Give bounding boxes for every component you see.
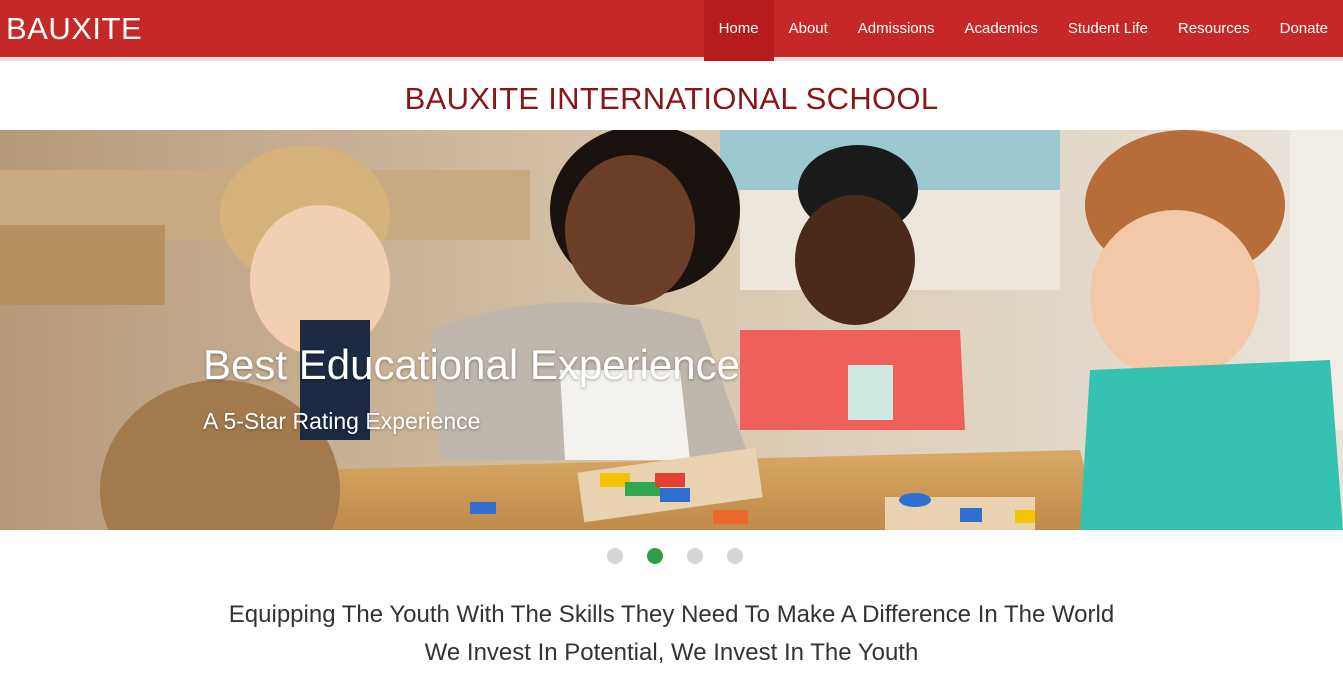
top-navbar: BAUXITE Home About Admissions Academics … [0, 0, 1343, 61]
carousel-dot-2[interactable] [647, 548, 663, 564]
page-title: BAUXITE INTERNATIONAL SCHOOL [404, 81, 939, 116]
carousel-dot-4[interactable] [727, 548, 743, 564]
nav-item-about[interactable]: About [774, 0, 843, 61]
hero-carousel[interactable]: Best Educational Experience A 5-Star Rat… [0, 130, 1343, 530]
carousel-indicators [607, 548, 743, 564]
main-nav: Home About Admissions Academics Student … [703, 0, 1343, 61]
nav-item-student-life[interactable]: Student Life [1053, 0, 1163, 61]
nav-item-donate[interactable]: Donate [1265, 0, 1343, 61]
nav-item-home[interactable]: Home [703, 0, 774, 61]
nav-item-admissions[interactable]: Admissions [843, 0, 950, 61]
brand-logo[interactable]: BAUXITE [6, 11, 142, 47]
hero-subheading: A 5-Star Rating Experience [203, 408, 481, 434]
tagline-line-1: Equipping The Youth With The Skills They… [228, 601, 1115, 628]
tagline-line-2: We Invest In Potential, We Invest In The… [424, 639, 919, 666]
nav-item-academics[interactable]: Academics [950, 0, 1053, 61]
hero-heading: Best Educational Experience [203, 341, 740, 388]
carousel-dot-1[interactable] [607, 548, 623, 564]
hero-image [0, 130, 1343, 530]
carousel-dot-3[interactable] [687, 548, 703, 564]
nav-item-resources[interactable]: Resources [1163, 0, 1265, 61]
